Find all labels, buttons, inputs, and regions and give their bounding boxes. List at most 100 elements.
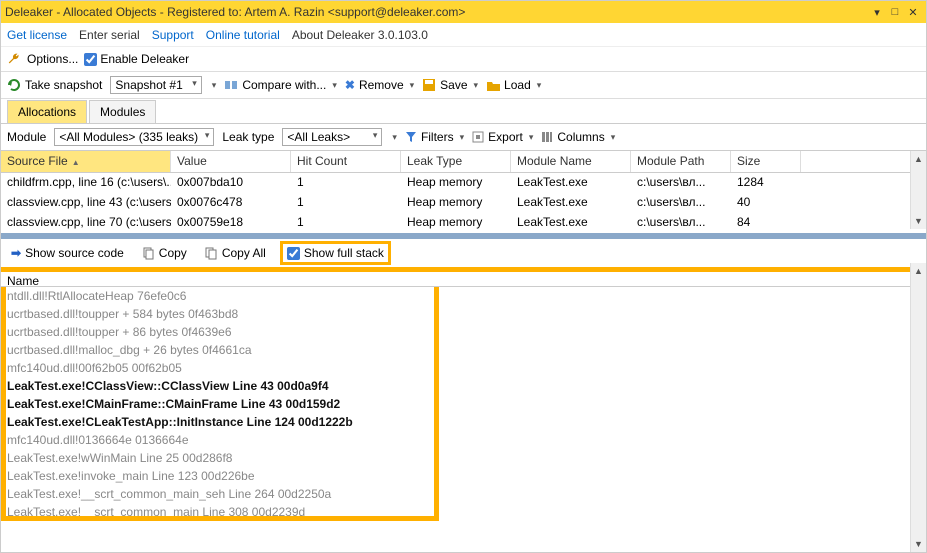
window-title: Deleaker - Allocated Objects - Registere… [5,5,868,19]
module-select[interactable]: <All Modules> (335 leaks)▾ [54,128,214,146]
stack-line[interactable]: LeakTest.exe!wWinMain Line 25 00d286f8 [1,449,926,467]
cell: 1 [291,193,401,213]
filter-bar: Module <All Modules> (335 leaks)▾ Leak t… [1,123,926,151]
compare-button[interactable]: Compare with...▾ [224,78,337,92]
snapshot-extra-dropdown[interactable]: ▾ [212,80,217,91]
scroll-down-icon[interactable]: ▼ [911,213,926,229]
col-source-file[interactable]: Source File [1,151,171,172]
cell: 40 [731,193,801,213]
stack-line[interactable]: ntdll.dll!RtlAllocateHeap 76efe0c6 [1,287,926,305]
options-button[interactable]: Options... [27,52,78,66]
stack-line[interactable]: ucrtbased.dll!malloc_dbg + 26 bytes 0f46… [1,341,926,359]
enable-deleaker-input[interactable] [84,53,97,66]
stack-line[interactable]: mfc140ud.dll!0136664e 0136664e [1,431,926,449]
window-dropdown-icon[interactable]: ▾ [868,6,886,19]
cell: classview.cpp, line 70 (c:\users... [1,213,171,233]
tab-allocations[interactable]: Allocations [7,100,87,123]
cell: LeakTest.exe [511,213,631,233]
col-module-path[interactable]: Module Path [631,151,731,172]
online-tutorial-link[interactable]: Online tutorial [206,28,280,42]
col-module-name[interactable]: Module Name [511,151,631,172]
stack-line[interactable]: mfc140ud.dll!00f62b05 00f62b05 [1,359,926,377]
chevron-down-icon: ▾ [373,130,378,144]
stack-line[interactable]: LeakTest.exe!invoke_main Line 123 00d226… [1,467,926,485]
refresh-icon [7,78,21,92]
compare-icon [224,78,238,92]
show-full-stack-input[interactable] [287,247,300,260]
remove-icon: ✖ [345,78,355,92]
cell: 1 [291,213,401,233]
tab-modules[interactable]: Modules [89,100,156,123]
stack-line[interactable]: LeakTest.exe!__scrt_common_main Line 308… [1,503,926,521]
copy-button[interactable]: Copy [138,244,191,262]
cell: Heap memory [401,213,511,233]
stack-header[interactable]: Name [1,267,926,287]
show-full-stack-checkbox[interactable]: Show full stack [280,241,391,265]
copy-all-button[interactable]: Copy All [201,244,270,262]
cell: LeakTest.exe [511,193,631,213]
remove-button[interactable]: ✖ Remove▾ [345,78,414,92]
cell: Heap memory [401,193,511,213]
grid-header: Source File Value Hit Count Leak Type Mo… [1,151,926,173]
stack-scrollbar[interactable]: ▲ ▼ [910,263,926,552]
cell: classview.cpp, line 43 (c:\users... [1,193,171,213]
wrench-icon [7,52,21,66]
enable-deleaker-checkbox[interactable]: Enable Deleaker [84,52,189,66]
support-link[interactable]: Support [152,28,194,42]
stack-line[interactable]: LeakTest.exe!CMainFrame::CMainFrame Line… [1,395,926,413]
cell: 1 [291,173,401,193]
enable-deleaker-label: Enable Deleaker [100,52,189,66]
arrow-right-icon: ➡ [11,246,21,260]
funnel-icon [405,131,417,143]
snapshot-select[interactable]: Snapshot #1 ▾ [110,76,201,94]
col-size[interactable]: Size [731,151,801,172]
enter-serial-link[interactable]: Enter serial [79,28,140,42]
cell: Heap memory [401,173,511,193]
cell: 84 [731,213,801,233]
options-bar: Options... Enable Deleaker [1,47,926,71]
save-button[interactable]: Save▾ [422,78,478,92]
scroll-down-icon[interactable]: ▼ [911,536,926,552]
table-row[interactable]: classview.cpp, line 43 (c:\users...0x007… [1,193,926,213]
scroll-up-icon[interactable]: ▲ [911,151,926,167]
cell: 0x007bda10 [171,173,291,193]
grid-scrollbar[interactable]: ▲ ▼ [910,151,926,229]
module-label: Module [7,130,46,144]
cell: c:\users\вл... [631,173,731,193]
stack-line[interactable]: ucrtbased.dll!toupper + 86 bytes 0f4639e… [1,323,926,341]
chevron-down-icon: ▾ [192,78,197,89]
grid-body: childfrm.cpp, line 16 (c:\users\...0x007… [1,173,926,233]
chevron-down-icon: ▾ [205,130,210,144]
filters-button[interactable]: Filters▾ [405,130,464,144]
table-row[interactable]: classview.cpp, line 70 (c:\users...0x007… [1,213,926,233]
stack-line[interactable]: LeakTest.exe!__scrt_common_main_seh Line… [1,485,926,503]
scroll-up-icon[interactable]: ▲ [911,263,926,279]
tabs: Allocations Modules [1,99,926,123]
cell: c:\users\вл... [631,193,731,213]
get-license-link[interactable]: Get license [7,28,67,42]
cell: 0x00759e18 [171,213,291,233]
about-link[interactable]: About Deleaker 3.0.103.0 [292,28,428,42]
maximize-icon[interactable]: □ [886,6,904,18]
stack-line[interactable]: ucrtbased.dll!toupper + 584 bytes 0f463b… [1,305,926,323]
load-icon [486,78,500,92]
show-source-button[interactable]: ➡ Show source code [7,244,128,262]
copy-icon [142,247,155,260]
stack-line[interactable]: LeakTest.exe!CLeakTestApp::InitInstance … [1,413,926,431]
titlebar: Deleaker - Allocated Objects - Registere… [1,1,926,23]
export-icon [472,131,484,143]
save-icon [422,78,436,92]
col-value[interactable]: Value [171,151,291,172]
columns-button[interactable]: Columns▾ [541,130,615,144]
close-icon[interactable]: ✕ [904,6,922,19]
col-hit-count[interactable]: Hit Count [291,151,401,172]
leaktype-select[interactable]: <All Leaks>▾ [282,128,382,146]
load-button[interactable]: Load▾ [486,78,541,92]
stack-line[interactable]: LeakTest.exe!CClassView::CClassView Line… [1,377,926,395]
export-button[interactable]: Export▾ [472,130,533,144]
menubar: Get license Enter serial Support Online … [1,23,926,47]
take-snapshot-button[interactable]: Take snapshot [7,78,102,92]
col-leak-type[interactable]: Leak Type [401,151,511,172]
cell: 0x0076c478 [171,193,291,213]
table-row[interactable]: childfrm.cpp, line 16 (c:\users\...0x007… [1,173,926,193]
